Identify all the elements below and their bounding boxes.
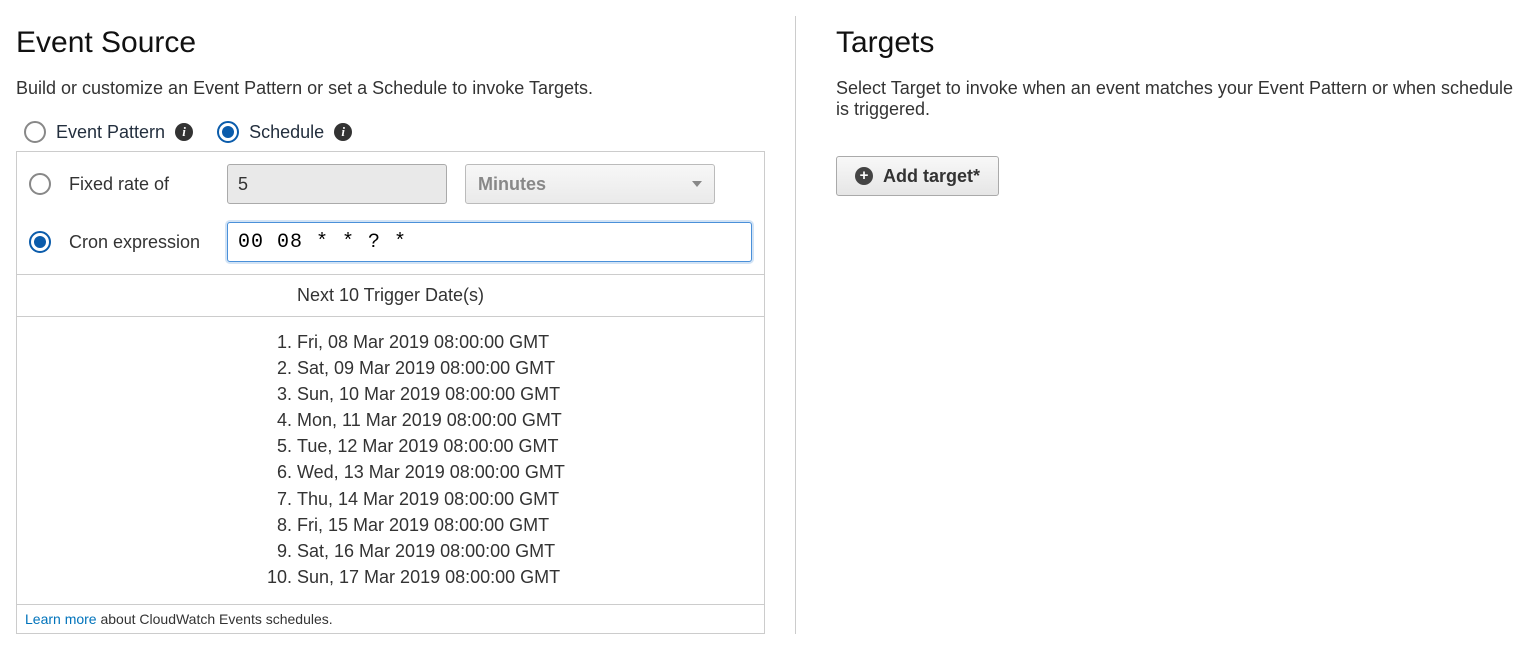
schedule-label: Schedule bbox=[249, 122, 324, 143]
fixed-rate-radio[interactable] bbox=[29, 173, 51, 195]
targets-heading: Targets bbox=[836, 26, 1520, 60]
event-pattern-radio[interactable]: Event Pattern i bbox=[24, 121, 193, 143]
info-icon[interactable]: i bbox=[175, 123, 193, 141]
fixed-rate-label: Fixed rate of bbox=[69, 174, 209, 195]
info-icon[interactable]: i bbox=[334, 123, 352, 141]
event-source-description: Build or customize an Event Pattern or s… bbox=[16, 78, 765, 99]
cron-input[interactable] bbox=[227, 222, 752, 262]
radio-icon bbox=[24, 121, 46, 143]
schedule-radio[interactable]: Schedule i bbox=[217, 121, 352, 143]
pattern-type-radio-group: Event Pattern i Schedule i bbox=[16, 121, 765, 143]
trigger-date-item: Sat, 16 Mar 2019 08:00:00 GMT bbox=[297, 538, 764, 564]
chevron-down-icon bbox=[692, 181, 702, 187]
targets-description: Select Target to invoke when an event ma… bbox=[836, 78, 1520, 120]
trigger-dates-list: Fri, 08 Mar 2019 08:00:00 GMTSat, 09 Mar… bbox=[17, 329, 764, 590]
trigger-date-item: Fri, 08 Mar 2019 08:00:00 GMT bbox=[297, 329, 764, 355]
trigger-date-item: Fri, 15 Mar 2019 08:00:00 GMT bbox=[297, 512, 764, 538]
trigger-date-item: Sat, 09 Mar 2019 08:00:00 GMT bbox=[297, 355, 764, 381]
event-source-heading: Event Source bbox=[16, 26, 765, 60]
cron-row: Cron expression bbox=[17, 216, 764, 274]
trigger-date-item: Tue, 12 Mar 2019 08:00:00 GMT bbox=[297, 433, 764, 459]
cron-radio[interactable] bbox=[29, 231, 51, 253]
event-pattern-label: Event Pattern bbox=[56, 122, 165, 143]
schedule-panel: Fixed rate of Minutes Cron expression Ne… bbox=[16, 151, 765, 634]
fixed-rate-unit-select[interactable]: Minutes bbox=[465, 164, 715, 204]
trigger-date-item: Mon, 11 Mar 2019 08:00:00 GMT bbox=[297, 407, 764, 433]
add-target-button[interactable]: + Add target* bbox=[836, 156, 999, 196]
trigger-date-item: Sun, 10 Mar 2019 08:00:00 GMT bbox=[297, 381, 764, 407]
radio-icon bbox=[217, 121, 239, 143]
fixed-rate-row: Fixed rate of Minutes bbox=[17, 152, 764, 216]
event-source-panel: Event Source Build or customize an Event… bbox=[16, 16, 796, 634]
cron-label: Cron expression bbox=[69, 232, 209, 253]
fixed-rate-input[interactable] bbox=[227, 164, 447, 204]
targets-panel: Targets Select Target to invoke when an … bbox=[796, 16, 1520, 634]
trigger-date-item: Thu, 14 Mar 2019 08:00:00 GMT bbox=[297, 486, 764, 512]
schedule-footer: Learn more about CloudWatch Events sched… bbox=[17, 604, 764, 633]
trigger-date-item: Wed, 13 Mar 2019 08:00:00 GMT bbox=[297, 459, 764, 485]
fixed-rate-unit-value: Minutes bbox=[478, 174, 546, 195]
trigger-dates-header: Next 10 Trigger Date(s) bbox=[17, 274, 764, 316]
add-target-label: Add target* bbox=[883, 166, 980, 187]
trigger-date-item: Sun, 17 Mar 2019 08:00:00 GMT bbox=[297, 564, 764, 590]
plus-circle-icon: + bbox=[855, 167, 873, 185]
footer-text: about CloudWatch Events schedules. bbox=[100, 611, 332, 627]
trigger-dates-block: Fri, 08 Mar 2019 08:00:00 GMTSat, 09 Mar… bbox=[17, 316, 764, 604]
learn-more-link[interactable]: Learn more bbox=[25, 611, 97, 627]
